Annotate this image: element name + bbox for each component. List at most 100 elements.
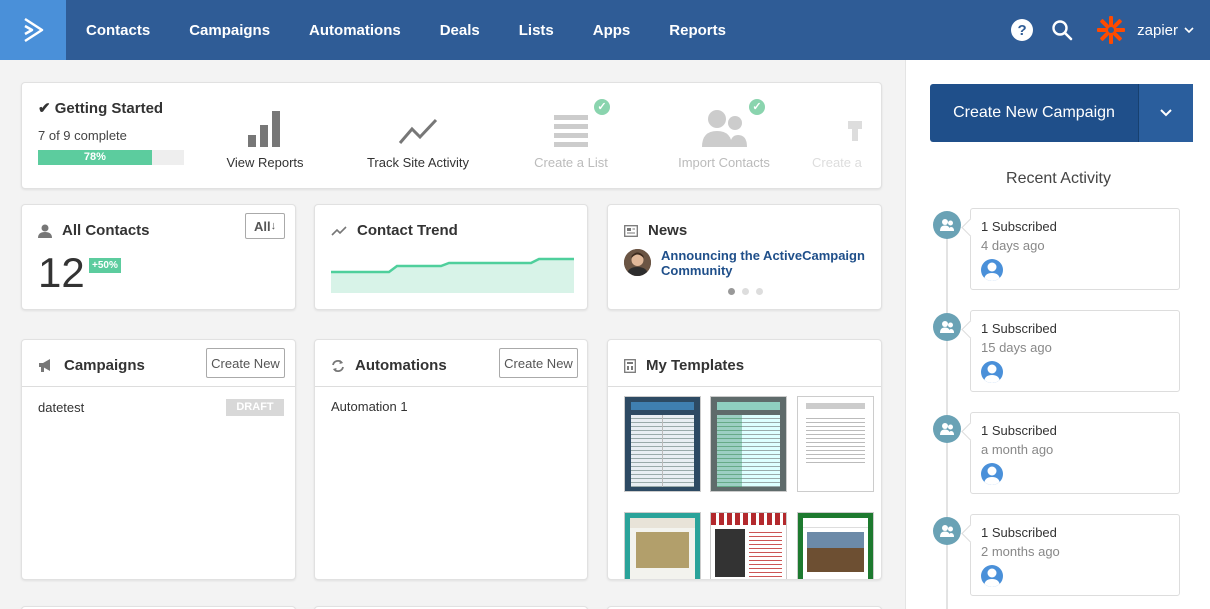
contacts-activity-icon <box>933 211 961 239</box>
newspaper-icon <box>624 224 638 237</box>
trend-line-icon <box>331 225 347 237</box>
carousel-dot[interactable] <box>756 288 763 295</box>
top-navigation-bar: Contacts Campaigns Automations Deals Lis… <box>0 0 1210 60</box>
step-view-reports[interactable]: View Reports <box>200 103 330 170</box>
activity-text: 1 Subscribed <box>981 321 1057 336</box>
all-contacts-title: All Contacts <box>38 222 150 239</box>
campaign-row[interactable]: datetest DRAFT <box>38 399 284 419</box>
right-sidebar: Create New Campaign Recent Activity 1 Su… <box>905 60 1210 609</box>
nav-automations[interactable]: Automations <box>309 22 401 39</box>
filter-label: All <box>253 218 271 234</box>
create-new-campaign-button[interactable]: Create New Campaign <box>930 84 1138 142</box>
contacts-filter-button[interactable]: All ↓ <box>245 213 285 239</box>
recent-activity-title: Recent Activity <box>1006 170 1111 187</box>
automations-title: Automations <box>331 357 447 374</box>
template-thumbnail[interactable] <box>797 512 874 579</box>
carousel-dot[interactable] <box>742 288 749 295</box>
nav-lists[interactable]: Lists <box>519 22 554 39</box>
nav-campaigns[interactable]: Campaigns <box>189 22 270 39</box>
campaign-name: datetest <box>38 400 85 415</box>
users-icon <box>702 110 747 147</box>
nav-contacts[interactable]: Contacts <box>86 22 150 39</box>
sort-arrow-icon: ↓ <box>270 220 277 232</box>
news-title-text: News <box>648 222 688 239</box>
main-nav: Contacts Campaigns Automations Deals Lis… <box>66 0 745 60</box>
campaign-status-badge: DRAFT <box>226 399 284 416</box>
campaign-options-dropdown[interactable] <box>1138 84 1193 142</box>
activity-time: 4 days ago <box>981 238 1045 253</box>
divider <box>315 386 587 387</box>
activity-item[interactable]: 1 Subscribed 15 days ago <box>970 310 1180 392</box>
refresh-icon <box>331 359 345 373</box>
activity-time: 15 days ago <box>981 340 1052 355</box>
template-thumbnail[interactable] <box>624 512 701 579</box>
checkmark-icon: ✔ <box>38 100 55 117</box>
step-label: Import Contacts <box>678 155 770 170</box>
automation-row[interactable]: Automation 1 <box>331 399 408 414</box>
my-templates-card: My Templates <box>607 339 882 580</box>
progress-bar-fill: 78% <box>38 150 152 165</box>
search-icon[interactable] <box>1051 19 1073 41</box>
megaphone-icon <box>38 359 54 372</box>
bar-chart-icon <box>248 111 280 147</box>
template-icon <box>624 358 636 373</box>
contacts-delta-badge: +50% <box>89 258 121 273</box>
step-track-site-activity[interactable]: Track Site Activity <box>353 103 483 170</box>
divider <box>608 386 881 387</box>
chevron-down-icon <box>1160 109 1172 117</box>
getting-started-card: ✔ Getting Started 7 of 9 complete 78% Vi… <box>21 82 882 189</box>
all-contacts-title-text: All Contacts <box>62 222 150 239</box>
person-icon <box>38 224 52 238</box>
news-headline-link[interactable]: Announcing the ActiveCampaign Community <box>661 248 866 278</box>
contact-trend-sparkline <box>331 257 574 293</box>
my-templates-title-text: My Templates <box>646 357 745 374</box>
step-create-a-list[interactable]: ✓ Create a List <box>506 99 636 170</box>
progress-text: 7 of 9 complete <box>38 128 127 143</box>
nav-reports[interactable]: Reports <box>669 22 726 39</box>
user-avatar-icon <box>981 361 1003 383</box>
activity-item[interactable]: 1 Subscribed a month ago <box>970 412 1180 494</box>
contacts-activity-icon <box>933 517 961 545</box>
zapier-avatar-icon[interactable] <box>1095 14 1127 46</box>
nav-deals[interactable]: Deals <box>440 22 480 39</box>
step-import-contacts[interactable]: ✓ Import Contacts <box>659 99 789 170</box>
nav-right: ? zapier <box>1011 0 1210 60</box>
step-create-form[interactable]: Create a <box>812 103 882 170</box>
template-thumbnail[interactable] <box>710 396 787 492</box>
all-contacts-card: All Contacts All ↓ 12 +50% <box>21 204 296 310</box>
line-trend-icon <box>398 118 438 144</box>
news-author-avatar <box>624 249 651 276</box>
campaigns-card: Campaigns Create New datetest DRAFT <box>21 339 296 580</box>
activity-item[interactable]: 1 Subscribed 4 days ago <box>970 208 1180 290</box>
help-icon[interactable]: ? <box>1011 19 1034 41</box>
activecampaign-logo[interactable] <box>0 0 66 60</box>
divider <box>22 386 295 387</box>
contacts-activity-icon <box>933 313 961 341</box>
getting-started-title: ✔ Getting Started <box>38 99 163 117</box>
activity-time: a month ago <box>981 442 1054 457</box>
username[interactable]: zapier <box>1137 22 1178 39</box>
activity-text: 1 Subscribed <box>981 525 1057 540</box>
template-thumbnail[interactable] <box>624 396 701 492</box>
activity-item[interactable]: 1 Subscribed 2 months ago <box>970 514 1180 596</box>
campaigns-create-new-button[interactable]: Create New <box>206 348 285 378</box>
nav-apps[interactable]: Apps <box>593 22 631 39</box>
automations-create-new-button[interactable]: Create New <box>499 348 578 378</box>
list-icon <box>554 115 588 147</box>
chevron-down-icon[interactable] <box>1184 26 1194 34</box>
news-card: News Announcing the ActiveCampaign Commu… <box>607 204 882 310</box>
news-carousel-dots <box>728 288 763 295</box>
activity-time: 2 months ago <box>981 544 1060 559</box>
user-avatar-icon <box>981 565 1003 587</box>
automations-card: Automations Create New Automation 1 <box>314 339 588 580</box>
dashboard-main: ✔ Getting Started 7 of 9 complete 78% Vi… <box>0 60 905 609</box>
completed-check-icon: ✓ <box>594 99 610 115</box>
template-thumbnail[interactable] <box>797 396 874 492</box>
create-new-campaign-split-button: Create New Campaign <box>930 84 1193 142</box>
template-thumbnail[interactable] <box>710 512 787 579</box>
carousel-dot[interactable] <box>728 288 735 295</box>
contact-trend-title: Contact Trend <box>331 222 458 239</box>
step-label: View Reports <box>226 155 304 170</box>
contacts-count: 12 <box>38 249 85 296</box>
my-templates-title: My Templates <box>624 357 744 374</box>
